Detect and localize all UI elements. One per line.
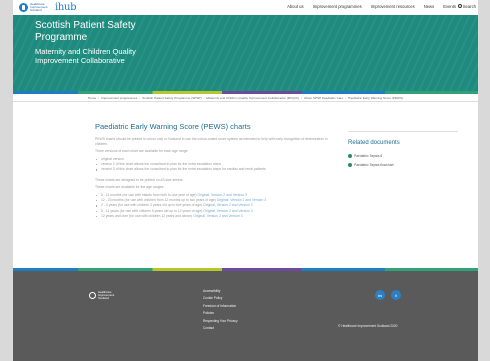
hero-banner: Scottish Patient Safety Programme Matern…: [13, 15, 478, 91]
nav-improvement-programmes[interactable]: Improvement programmes: [313, 4, 362, 9]
age-ranges-list: 0 - 11 months (for use with infants from…: [95, 193, 335, 219]
footer-link-accessibility[interactable]: Accessibility: [203, 288, 238, 295]
his-logo-icon: [89, 292, 96, 299]
list-item: 12 years and over (for use with children…: [95, 214, 335, 219]
document-icon: [348, 163, 352, 167]
site-logo[interactable]: Healthcare Improvement Scotland ihub: [19, 1, 77, 13]
breadcrumb-home[interactable]: Home: [88, 96, 96, 100]
list-item: version 3 of this chart allows the consu…: [95, 167, 335, 172]
breadcrumb-current: Paediatric Early Warning Score (PEWS): [348, 95, 404, 100]
twitter-icon[interactable]: t: [391, 290, 401, 300]
chart-download-links[interactable]: Original, Version 2 and Version 3: [197, 193, 246, 197]
chart-download-links[interactable]: Original, Version 2 and Version 3: [203, 209, 252, 213]
footer-link-policies[interactable]: Policies: [203, 310, 238, 317]
breadcrumb-spsp[interactable]: Scottish Patient Safety Programme (SPSP): [142, 96, 201, 100]
site-footer: Healthcare Improvement Scotland Accessib…: [13, 271, 478, 361]
ranges-intro: These charts are available for the age r…: [95, 185, 165, 190]
breadcrumb-paediatric-care[interactable]: About SPSP Paediatric Care: [304, 96, 343, 100]
related-documents-title: Related documents: [348, 140, 400, 146]
footer-link-privacy[interactable]: Respecting Your Privacy: [203, 318, 238, 325]
footer-link-foi[interactable]: Freedom of Information: [203, 303, 238, 310]
top-bar: Healthcare Improvement Scotland ihub Abo…: [13, 0, 478, 15]
nav-news[interactable]: News: [424, 4, 434, 9]
social-links: in t: [375, 290, 401, 300]
linkedin-icon[interactable]: in: [375, 290, 385, 300]
footer-link-contact[interactable]: Contact: [203, 325, 238, 332]
chart-download-links[interactable]: Original, Version 2 and Version 3: [193, 214, 242, 218]
search-button[interactable]: Search: [457, 3, 476, 9]
nav-events[interactable]: Events: [443, 4, 456, 9]
print-note: These charts are designed to be printed …: [95, 177, 184, 182]
footer-logo[interactable]: Healthcare Improvement Scotland: [89, 291, 124, 300]
nav-about-us[interactable]: About us: [287, 4, 304, 9]
breadcrumb-programmes[interactable]: Improvement programmes: [101, 96, 137, 100]
page-title: Paediatric Early Warning Score (PEWS) ch…: [95, 122, 251, 131]
logo-brand: ihub: [55, 2, 77, 13]
hero-title: Scottish Patient Safety Programme: [35, 20, 136, 43]
related-document-item[interactable]: Paediatric Sepsis 6: [348, 154, 382, 158]
copyright-text: © Healthcare Improvement Scotland 2020: [338, 324, 398, 328]
footer-links: Accessibility Cookie Policy Freedom of I…: [203, 288, 238, 332]
versions-list: original version version 2 of this chart…: [95, 157, 335, 173]
breadcrumb: Home / Improvement programmes / Scottish P…: [13, 94, 478, 102]
nav-improvement-resources[interactable]: Improvement resources: [371, 4, 415, 9]
versions-intro: Three versions of each chart are availab…: [95, 149, 189, 154]
main-content: Paediatric Early Warning Score (PEWS) ch…: [95, 122, 335, 224]
chart-download-links[interactable]: Original, Version 2 and Version 3: [203, 203, 252, 207]
page: Healthcare Improvement Scotland ihub Abo…: [13, 0, 478, 361]
document-icon: [348, 154, 352, 158]
main-nav: About us Improvement programmes Improvem…: [287, 4, 456, 9]
related-divider: [348, 131, 458, 132]
search-label: Search: [462, 3, 476, 9]
breadcrumb-mcqic[interactable]: Maternity and Children Quality Improveme…: [206, 96, 299, 100]
hero-subtitle: Maternity and Children Quality Improveme…: [35, 47, 136, 65]
his-logo-icon: [19, 3, 28, 12]
search-icon: [457, 4, 462, 8]
logo-org-name: Healthcare Improvement Scotland: [30, 1, 48, 13]
related-document-item[interactable]: Paediatric Sepsis flowchart: [348, 163, 394, 167]
intro-text: PEWS charts should be printed in colour …: [95, 137, 328, 146]
chart-download-links[interactable]: Original, Version 2 and Version 3: [217, 198, 266, 202]
footer-link-cookie-policy[interactable]: Cookie Policy: [203, 295, 238, 302]
